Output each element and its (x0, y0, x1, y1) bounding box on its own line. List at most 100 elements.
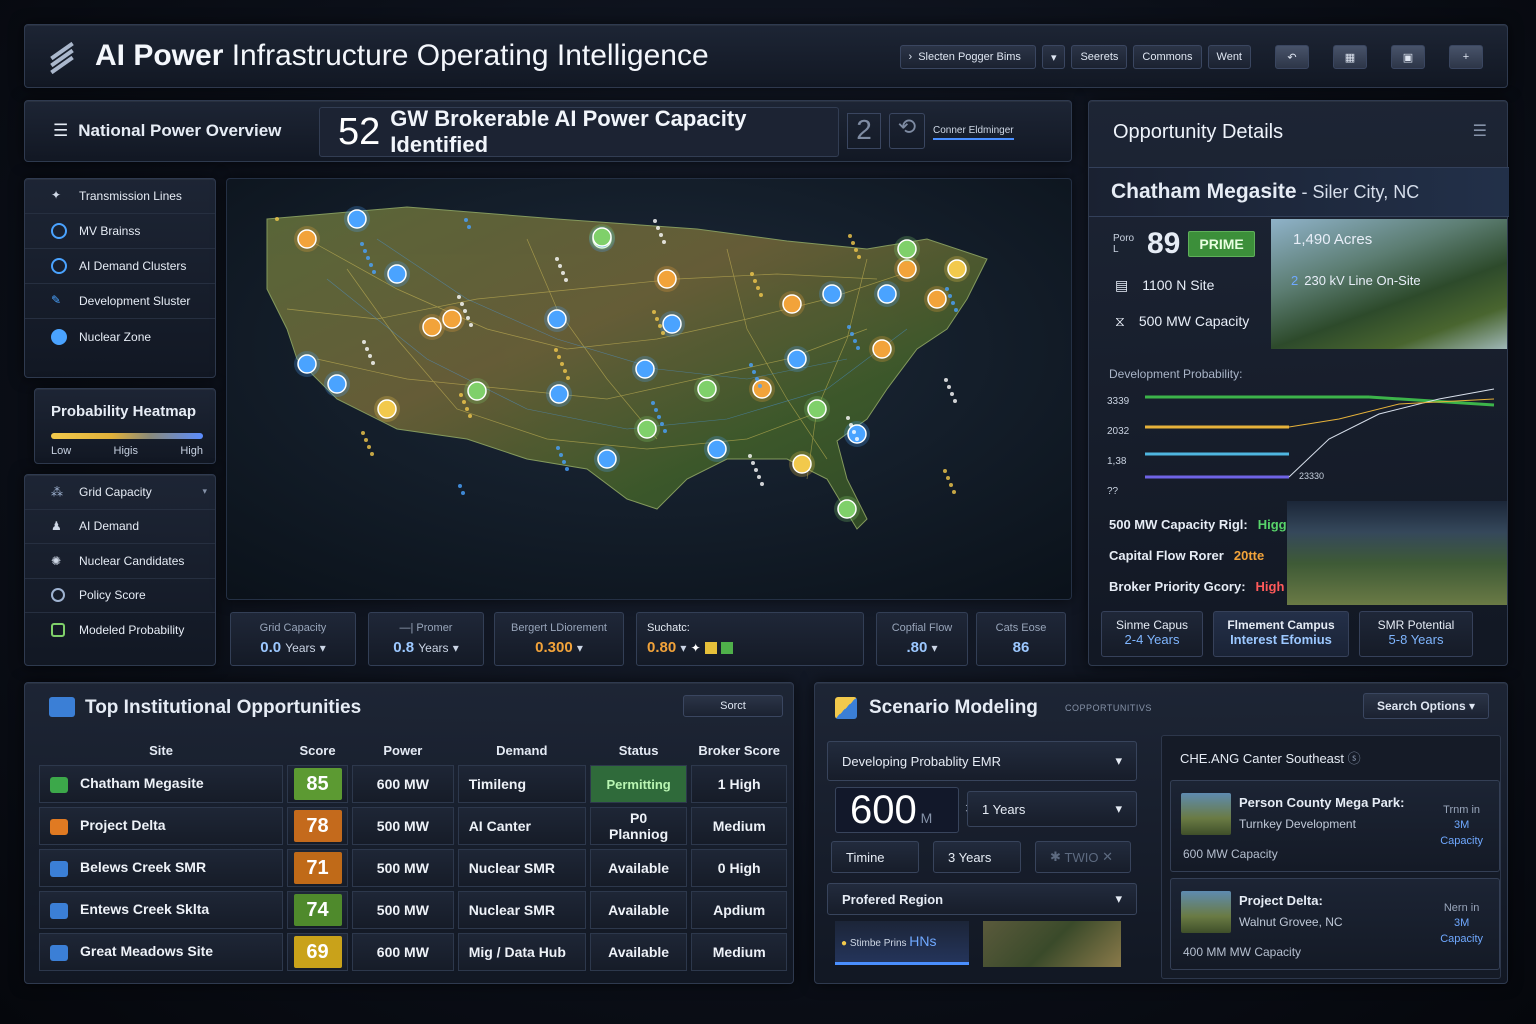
power-select[interactable]: › Slecten Pogger Bims (899, 45, 1036, 69)
map-marker[interactable] (784, 346, 810, 372)
grid-node (462, 400, 466, 404)
opportunity-card-1[interactable]: Person County Mega Park: Turnkey Develop… (1170, 780, 1500, 872)
cell-site[interactable]: Project Delta (39, 807, 284, 845)
map-marker[interactable] (374, 396, 400, 422)
table-row[interactable]: Great Meadows Site 69 600 MW Mig / Data Hub… (39, 933, 787, 971)
opportunity-card-2[interactable]: Project Delta: Walnut Grovee, NC 400 MM … (1170, 878, 1500, 970)
layer-transmission-lines[interactable]: ✦ Transmission Lines (25, 179, 215, 214)
opportunities-search-button[interactable]: Sorct (683, 695, 783, 717)
grid-node (943, 469, 947, 473)
opportunities-table: Site Score Power Demand Status Broker Sc… (35, 735, 791, 975)
metric-capital-flow[interactable]: Copfial Flow .80 ▾ (876, 612, 968, 666)
timing-value[interactable]: 3 Years (933, 841, 1021, 873)
col-power[interactable]: Power (352, 739, 454, 761)
map-marker[interactable] (894, 236, 920, 262)
map-icon[interactable]: ▣ (1391, 45, 1425, 69)
power-value-input[interactable]: 600 M (835, 787, 959, 833)
add-icon[interactable]: + (1449, 45, 1483, 69)
metric-cats-eose[interactable]: Cats Eose 86 (976, 612, 1066, 666)
preferred-region-dropdown[interactable]: Profered Region ▾ (827, 883, 1137, 915)
map-marker[interactable] (654, 266, 680, 292)
layer-ai-demand-clusters[interactable]: AI Demand Clusters (25, 249, 215, 284)
select-chevron[interactable]: ▾ (1041, 45, 1066, 69)
map-marker[interactable] (294, 226, 320, 252)
probability-dropdown[interactable]: Developing Probablity EMR ▾ (827, 741, 1137, 781)
campus-option-1[interactable]: Sinme Capus 2-4 Years (1101, 611, 1203, 657)
map-marker[interactable] (384, 261, 410, 287)
headline-text: GW Brokerable AI Power Capacity Identifi… (390, 106, 747, 157)
map-marker[interactable] (844, 421, 870, 447)
commons-button[interactable]: Commons (1133, 45, 1202, 69)
metric-grid-capacity[interactable]: Grid Capacity 0.0 Years ▾ (230, 612, 356, 666)
refresh-icon[interactable]: ⟲ (889, 113, 925, 149)
national-overview-title[interactable]: ☰ National Power Overview (53, 121, 281, 141)
us-power-map[interactable] (226, 178, 1072, 600)
metric-promer[interactable]: —| Promer 0.8 Years ▾ (368, 612, 484, 666)
map-marker[interactable] (874, 281, 900, 307)
site-type-icon (50, 818, 68, 835)
campus-option-2[interactable]: Flmement Campus Interest Efomius (1213, 611, 1349, 657)
map-marker[interactable] (834, 496, 860, 522)
cell-site[interactable]: Chatham Megasite (39, 765, 284, 803)
col-broker-score[interactable]: Broker Score (691, 739, 787, 761)
map-marker[interactable] (804, 396, 830, 422)
cell-site[interactable]: Great Meadows Site (39, 933, 284, 971)
col-status[interactable]: Status (590, 739, 688, 761)
years-dropdown[interactable]: 1 Years ▾ (967, 791, 1137, 827)
map-marker[interactable] (324, 371, 350, 397)
campus-option-3[interactable]: SMR Potential 5-8 Years (1359, 611, 1473, 657)
cell-site[interactable]: Belews Creek SMR (39, 849, 284, 887)
map-marker[interactable] (294, 351, 320, 377)
col-score[interactable]: Score (287, 739, 348, 761)
filter-ai-demand[interactable]: ♟ AI Demand (25, 510, 215, 544)
filter-grid-capacity[interactable]: ⁂ Grid Capacity ▾ (25, 475, 215, 510)
timing-label[interactable]: Timine (831, 841, 919, 873)
map-marker[interactable] (694, 376, 720, 402)
cell-power: 500 MW (352, 807, 454, 845)
filter-nuclear-candidates[interactable]: ✺ Nuclear Candidates (25, 544, 215, 579)
search-options-button[interactable]: Search Options ▾ (1363, 693, 1489, 719)
map-marker[interactable] (704, 436, 730, 462)
layer-development-sluster[interactable]: ✎ Development Sluster (25, 284, 215, 319)
cell-demand: Nuclear SMR (457, 891, 586, 929)
cell-status: Available (589, 849, 688, 887)
map-marker[interactable] (634, 416, 660, 442)
cell-site[interactable]: Entews Creek Sklta (39, 891, 284, 929)
grid-node (947, 385, 951, 389)
region-map-thumb[interactable]: ● Stimbe Prins HNs (835, 921, 969, 965)
col-demand[interactable]: Demand (458, 739, 586, 761)
map-marker[interactable] (594, 446, 620, 472)
layer-nuclear-zone[interactable]: Nuclear Zone (25, 319, 215, 354)
map-marker[interactable] (589, 224, 615, 250)
disabled-option[interactable]: ✱ TWIO ✕ (1035, 841, 1131, 873)
map-marker[interactable] (344, 206, 370, 232)
table-row[interactable]: Project Delta 78 500 MW AI Canter P0 Plannio… (39, 807, 787, 845)
table-row[interactable]: Entews Creek Sklta 74 500 MW Nuclear SMR Ava… (39, 891, 787, 929)
map-marker[interactable] (819, 281, 845, 307)
map-marker[interactable] (464, 378, 490, 404)
map-canvas[interactable] (227, 179, 1072, 600)
filter-policy-score[interactable]: Policy Score (25, 579, 215, 613)
map-marker[interactable] (439, 306, 465, 332)
table-row[interactable]: Belews Creek SMR 71 500 MW Nuclear SMR Avail… (39, 849, 787, 887)
map-marker[interactable] (869, 336, 895, 362)
filter-modeled-probability[interactable]: Modeled Probability (25, 613, 215, 648)
col-site[interactable]: Site (39, 739, 283, 761)
map-marker[interactable] (944, 256, 970, 282)
layer-mv-brainss[interactable]: MV Brainss (25, 214, 215, 249)
table-row[interactable]: Chatham Megasite 85 600 MW Timileng Permitti… (39, 765, 787, 803)
map-marker[interactable] (546, 381, 572, 407)
grid-icon[interactable]: ▦ (1333, 45, 1367, 69)
map-marker[interactable] (749, 376, 775, 402)
secrets-button[interactable]: Seerets (1071, 45, 1128, 69)
map-marker[interactable] (779, 291, 805, 317)
went-button[interactable]: Went (1207, 45, 1251, 69)
map-marker[interactable] (632, 356, 658, 382)
back-icon[interactable]: ↶ (1275, 45, 1309, 69)
grid-node (847, 325, 851, 329)
map-marker[interactable] (789, 451, 815, 477)
map-marker[interactable] (544, 306, 570, 332)
metric-bergert[interactable]: Bergert LDiorement 0.300 ▾ (494, 612, 624, 666)
list-icon[interactable]: ☰ (1473, 121, 1487, 141)
metric-suchatc[interactable]: Suchatc: 0.80 ▾ ✦ (636, 612, 864, 666)
